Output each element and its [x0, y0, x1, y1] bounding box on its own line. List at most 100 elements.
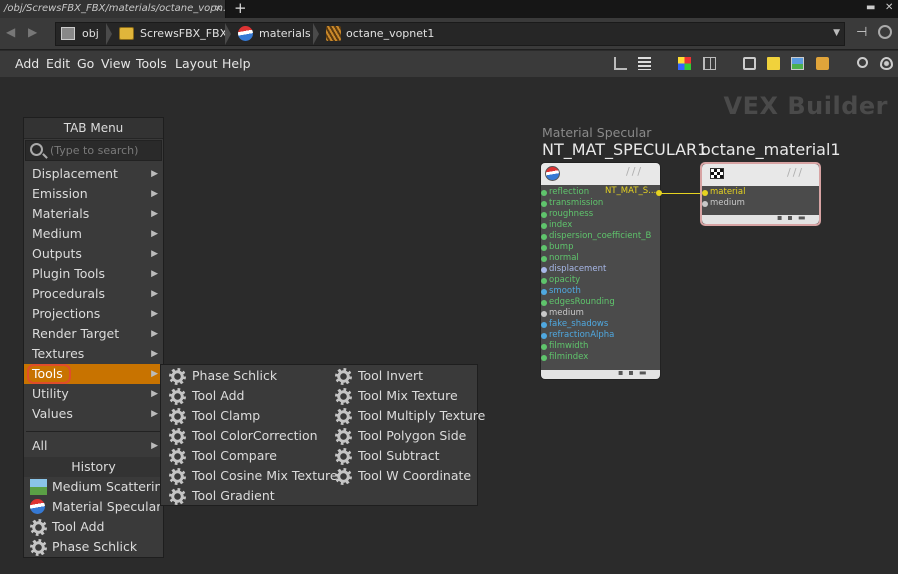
submenu-item-tool-polygon-side[interactable]: Tool Polygon Side: [331, 426, 466, 446]
find-icon[interactable]: [857, 57, 868, 68]
port-dot[interactable]: [541, 344, 547, 350]
material-specular-node[interactable]: /// reflection transmission roughness index…: [540, 162, 662, 380]
tab-menu-item-emission[interactable]: Emission ▶: [24, 184, 163, 204]
tab-menu-item-procedurals[interactable]: Procedurals ▶: [24, 284, 163, 304]
tab-menu-item-render-target[interactable]: Render Target ▶: [24, 324, 163, 344]
port-dot[interactable]: [541, 267, 547, 273]
submenu-item-tool-compare[interactable]: Tool Compare: [165, 446, 277, 466]
port-dot[interactable]: [541, 256, 547, 262]
tab-menu-item-plugin-tools[interactable]: Plugin Tools ▶: [24, 264, 163, 284]
node-shelf-icon[interactable]: [816, 57, 829, 70]
input-port-displacement[interactable]: displacement: [541, 264, 606, 275]
port-dot[interactable]: [541, 322, 547, 328]
port-dot[interactable]: [541, 234, 547, 240]
history-item-tool-add[interactable]: Tool Add: [24, 517, 163, 537]
port-dot[interactable]: [541, 333, 547, 339]
port-dot[interactable]: [541, 212, 547, 218]
color-palette-icon[interactable]: [678, 57, 691, 70]
port-dot[interactable]: [541, 355, 547, 361]
tab-menu-search[interactable]: (Type to search): [25, 140, 162, 161]
submenu-item-tool-mix-texture[interactable]: Tool Mix Texture: [331, 386, 458, 406]
tab-menu-item-all[interactable]: All ▶: [24, 436, 163, 456]
search-input[interactable]: (Type to search): [50, 144, 138, 157]
menu-edit[interactable]: Edit: [46, 56, 70, 71]
history-item-phase-schlick[interactable]: Phase Schlick: [24, 537, 163, 557]
port-dot[interactable]: [541, 300, 547, 306]
submenu-item-tool-multiply-texture[interactable]: Tool Multiply Texture: [331, 406, 485, 426]
tab-menu-item-utility[interactable]: Utility ▶: [24, 384, 163, 404]
input-port-material[interactable]: material: [702, 187, 745, 198]
display-options-eye-icon[interactable]: [880, 57, 893, 70]
input-port-edgesrounding[interactable]: edgesRounding: [541, 297, 615, 308]
back-arrow-icon[interactable]: ◀: [6, 25, 15, 39]
input-port-reflection[interactable]: reflection: [541, 187, 589, 198]
sticky-note-icon[interactable]: [767, 57, 780, 70]
crumb-screwsfbx[interactable]: ScrewsFBX_FBX: [140, 23, 227, 45]
port-dot[interactable]: [702, 201, 708, 207]
network-box-icon[interactable]: [743, 57, 756, 70]
minimize-icon[interactable]: ▬: [866, 2, 875, 13]
submenu-item-tool-clamp[interactable]: Tool Clamp: [165, 406, 260, 426]
input-port-roughness[interactable]: roughness: [541, 209, 593, 220]
grid-view-icon[interactable]: [703, 57, 716, 70]
tab-menu-item-tools[interactable]: Tools ▶: [24, 364, 163, 384]
tab-network-path[interactable]: /obj/ScrewsFBX_FBX/materials/octane_vopn…: [0, 0, 226, 18]
submenu-item-tool-gradient[interactable]: Tool Gradient: [165, 486, 275, 506]
menu-go[interactable]: Go: [77, 56, 94, 71]
port-dot[interactable]: [541, 278, 547, 284]
input-port-transmission[interactable]: transmission: [541, 198, 603, 209]
menu-help[interactable]: Help: [222, 56, 251, 71]
submenu-item-phase-schlick[interactable]: Phase Schlick: [165, 366, 277, 386]
menu-layout[interactable]: Layout: [175, 56, 218, 71]
input-port-opacity[interactable]: opacity: [541, 275, 580, 286]
close-pane-icon[interactable]: ✕: [885, 2, 893, 13]
input-port-index[interactable]: index: [541, 220, 572, 231]
crumb-obj[interactable]: obj: [82, 23, 99, 45]
add-tab-icon[interactable]: +: [234, 0, 247, 17]
submenu-item-tool-cosine-mix-texture[interactable]: Tool Cosine Mix Texture: [165, 466, 338, 486]
history-item-material-specular[interactable]: Material Specular: [24, 497, 163, 517]
input-port-normal[interactable]: normal: [541, 253, 579, 264]
history-item-medium-scattering[interactable]: Medium Scattering: [24, 477, 170, 497]
background-image-icon[interactable]: [791, 57, 804, 70]
input-port-medium[interactable]: medium: [702, 198, 745, 209]
tab-menu-item-displacement[interactable]: Displacement ▶: [24, 164, 163, 184]
input-port-fake-shadows[interactable]: fake_shadows: [541, 319, 608, 330]
input-port-filmindex[interactable]: filmindex: [541, 352, 588, 363]
port-dot[interactable]: [541, 190, 547, 196]
tab-menu-item-textures[interactable]: Textures ▶: [24, 344, 163, 364]
port-dot[interactable]: [541, 201, 547, 207]
submenu-item-tool-subtract[interactable]: Tool Subtract: [331, 446, 440, 466]
octane-node-name[interactable]: octane_material1: [701, 140, 841, 159]
tab-menu-item-projections[interactable]: Projections ▶: [24, 304, 163, 324]
crumb-octane-vopnet[interactable]: octane_vopnet1: [346, 23, 434, 45]
port-dot[interactable]: [541, 311, 547, 317]
tab-menu-item-medium[interactable]: Medium ▶: [24, 224, 163, 244]
port-dot[interactable]: [702, 190, 708, 196]
menu-view[interactable]: View: [101, 56, 131, 71]
port-dot[interactable]: [541, 289, 547, 295]
octane-material-node[interactable]: /// material medium ▪▪▬: [700, 162, 821, 226]
input-port-bump[interactable]: bump: [541, 242, 573, 253]
submenu-item-tool-invert[interactable]: Tool Invert: [331, 366, 423, 386]
crumb-materials[interactable]: materials: [259, 23, 311, 45]
pin-icon[interactable]: ⊣: [856, 25, 867, 40]
input-port-medium[interactable]: medium: [541, 308, 584, 319]
input-port-dispersion-coefficient-b[interactable]: dispersion_coefficient_B: [541, 231, 651, 242]
port-dot[interactable]: [541, 223, 547, 229]
tab-menu-item-materials[interactable]: Materials ▶: [24, 204, 163, 224]
port-dot[interactable]: [541, 245, 547, 251]
link-radio-icon[interactable]: [878, 25, 892, 39]
tab-menu-item-values[interactable]: Values ▶: [24, 404, 163, 424]
breadcrumb[interactable]: obj ScrewsFBX_FBX materials octane_vopne…: [55, 22, 845, 46]
forward-arrow-icon[interactable]: ▶: [28, 25, 37, 39]
input-port-smooth[interactable]: smooth: [541, 286, 581, 297]
submenu-item-tool-w-coordinate[interactable]: Tool W Coordinate: [331, 466, 471, 486]
submenu-item-tool-colorcorrection[interactable]: Tool ColorCorrection: [165, 426, 318, 446]
list-view-icon[interactable]: [638, 57, 651, 70]
tab-close-icon[interactable]: ×: [214, 0, 222, 18]
input-port-filmwidth[interactable]: filmwidth: [541, 341, 588, 352]
connection-wire[interactable]: [659, 193, 704, 194]
submenu-item-tool-add[interactable]: Tool Add: [165, 386, 244, 406]
input-port-refractionalpha[interactable]: refractionAlpha: [541, 330, 614, 341]
